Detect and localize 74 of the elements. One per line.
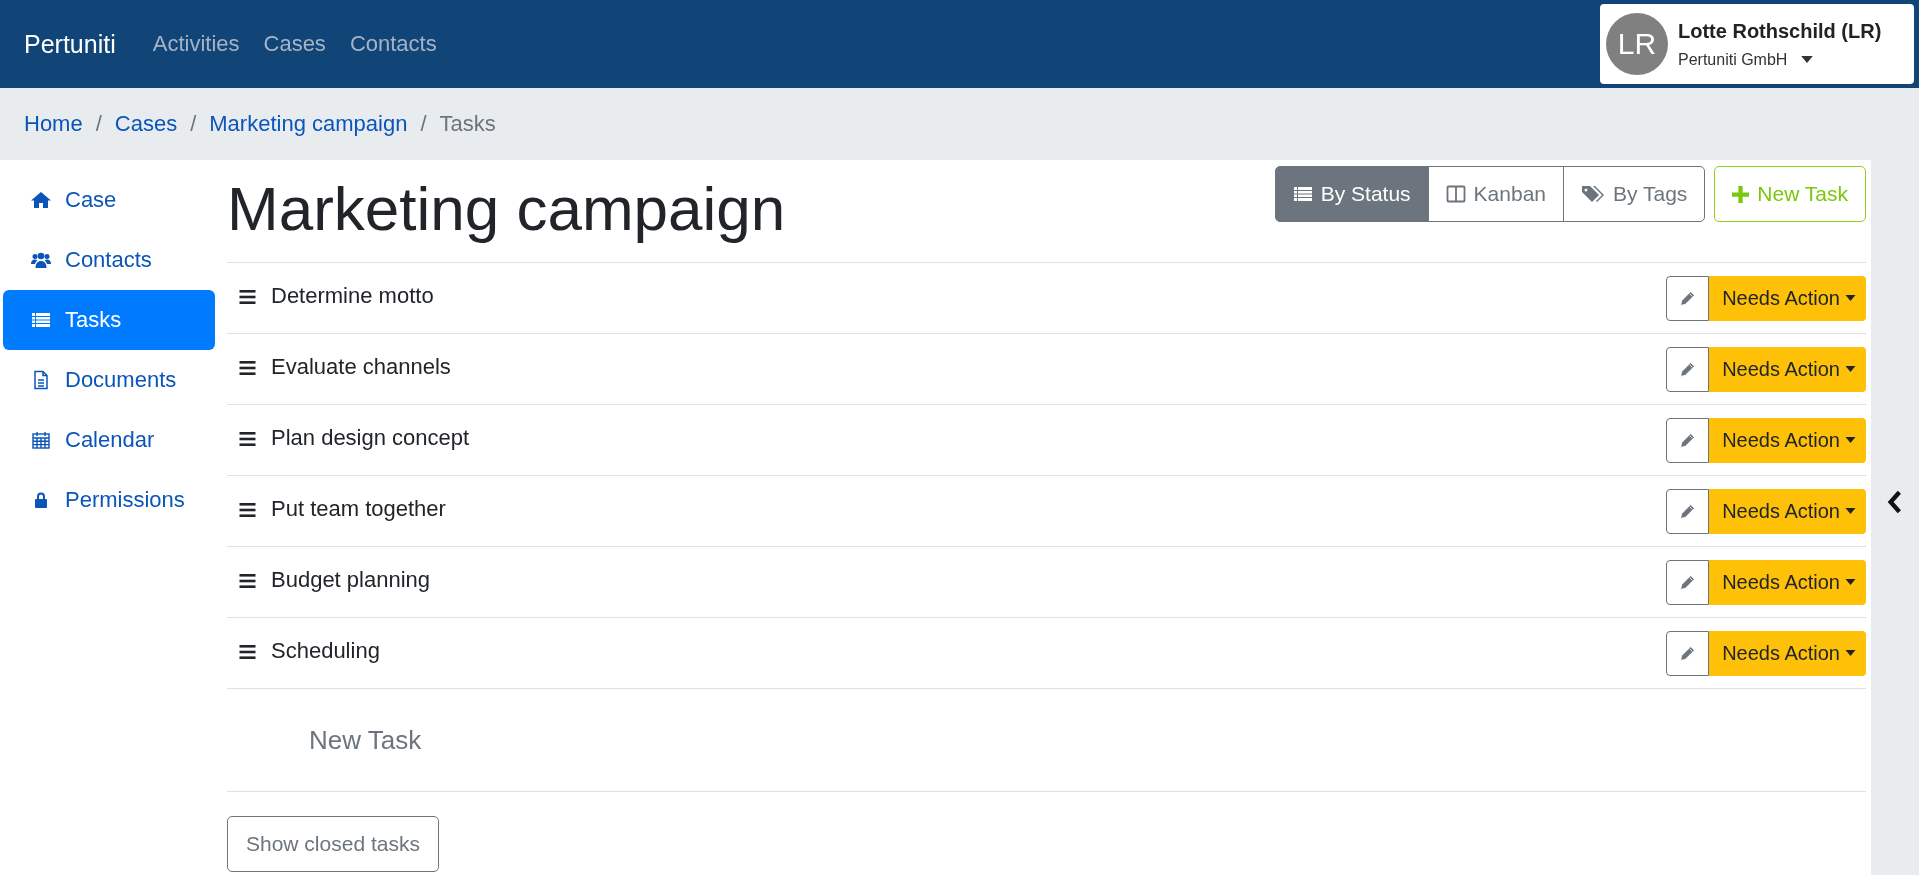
caret-icon bbox=[1845, 437, 1856, 443]
house-icon bbox=[31, 190, 51, 210]
sidebar-item[interactable]: Documents bbox=[3, 350, 215, 410]
task-title: Budget planning bbox=[271, 567, 431, 593]
company-name: Pertuniti GmbH bbox=[1678, 50, 1788, 69]
sidebar-item[interactable]: Contacts bbox=[3, 230, 215, 290]
caret-icon bbox=[1845, 366, 1856, 372]
task-title: Determine motto bbox=[271, 283, 434, 309]
status-dropdown[interactable]: Needs Action bbox=[1709, 488, 1866, 534]
task-title: Evaluate channels bbox=[271, 354, 451, 380]
status-dropdown[interactable]: Needs Action bbox=[1709, 559, 1866, 605]
brand-link[interactable]: Pertuniti bbox=[24, 29, 116, 59]
drag-handle-icon[interactable] bbox=[239, 361, 256, 375]
sidebar-item[interactable]: Tasks bbox=[3, 290, 215, 350]
tags-icon bbox=[1581, 184, 1605, 204]
edit-button[interactable] bbox=[1666, 488, 1710, 534]
new-task-input[interactable]: New Task bbox=[307, 723, 711, 757]
nav-link[interactable]: Cases bbox=[263, 31, 326, 57]
breadcrumb-separator: / bbox=[95, 111, 102, 137]
pencil-icon bbox=[1679, 360, 1697, 378]
chevron-left-icon[interactable] bbox=[1887, 490, 1903, 514]
pencil-icon bbox=[1679, 644, 1697, 662]
show-closed-tasks-button[interactable]: Show closed tasks bbox=[227, 816, 439, 872]
list-icon bbox=[31, 310, 51, 330]
pencil-icon bbox=[1679, 289, 1697, 307]
user-menu[interactable]: LR Lotte Rothschild (LR) Pertuniti GmbH bbox=[1600, 4, 1914, 84]
task-title: Plan design concept bbox=[271, 425, 470, 451]
edit-button[interactable] bbox=[1666, 275, 1710, 321]
document-icon bbox=[31, 370, 51, 390]
people-icon bbox=[31, 250, 51, 270]
breadcrumb-link[interactable]: Home bbox=[24, 111, 83, 137]
caret-icon bbox=[1845, 650, 1856, 656]
pencil-icon bbox=[1679, 502, 1697, 520]
caret-icon bbox=[1845, 508, 1856, 514]
drag-handle-icon[interactable] bbox=[239, 503, 256, 517]
task-title: Scheduling bbox=[271, 638, 380, 664]
status-dropdown[interactable]: Needs Action bbox=[1709, 630, 1866, 676]
view-button[interactable]: Kanban bbox=[1427, 166, 1564, 222]
sidebar-item[interactable]: Permissions bbox=[3, 470, 215, 530]
breadcrumb-link[interactable]: Marketing campaign bbox=[209, 111, 408, 137]
view-button[interactable]: By Tags bbox=[1563, 166, 1706, 222]
list-icon bbox=[1292, 184, 1313, 204]
current-page-label: Tasks bbox=[439, 111, 496, 137]
drag-handle-icon[interactable] bbox=[239, 290, 256, 304]
task-title: Put team together bbox=[271, 496, 446, 522]
pencil-icon bbox=[1679, 431, 1697, 449]
edit-button[interactable] bbox=[1666, 630, 1710, 676]
caret-icon bbox=[1801, 56, 1814, 63]
status-dropdown[interactable]: Needs Action bbox=[1709, 275, 1866, 321]
caret-icon bbox=[1845, 295, 1856, 301]
page-title: Marketing campaign bbox=[227, 173, 786, 245]
nav-link[interactable]: Activities bbox=[152, 31, 240, 57]
calendar-icon bbox=[31, 430, 51, 450]
drag-handle-icon[interactable] bbox=[239, 432, 256, 446]
edit-button[interactable] bbox=[1666, 417, 1710, 463]
breadcrumb-link[interactable]: Cases bbox=[114, 111, 178, 137]
nav-link[interactable]: Contacts bbox=[349, 31, 437, 57]
edit-button[interactable] bbox=[1666, 346, 1710, 392]
pencil-icon bbox=[1679, 573, 1697, 591]
drag-handle-icon[interactable] bbox=[239, 574, 256, 588]
edit-button[interactable] bbox=[1666, 559, 1710, 605]
breadcrumb-separator: / bbox=[190, 111, 197, 137]
caret-icon bbox=[1845, 579, 1856, 585]
columns-icon bbox=[1445, 184, 1466, 204]
avatar: LR bbox=[1606, 13, 1668, 75]
sidebar-item[interactable]: Calendar bbox=[3, 410, 215, 470]
sidebar-item[interactable]: Case bbox=[3, 170, 215, 230]
drag-handle-icon[interactable] bbox=[239, 645, 256, 659]
user-name: Lotte Rothschild (LR) bbox=[1678, 19, 1882, 43]
status-dropdown[interactable]: Needs Action bbox=[1709, 346, 1866, 392]
view-button[interactable]: By Status bbox=[1274, 166, 1429, 222]
breadcrumb-separator: / bbox=[420, 111, 427, 137]
plus-icon bbox=[1732, 185, 1750, 203]
status-dropdown[interactable]: Needs Action bbox=[1709, 417, 1866, 463]
